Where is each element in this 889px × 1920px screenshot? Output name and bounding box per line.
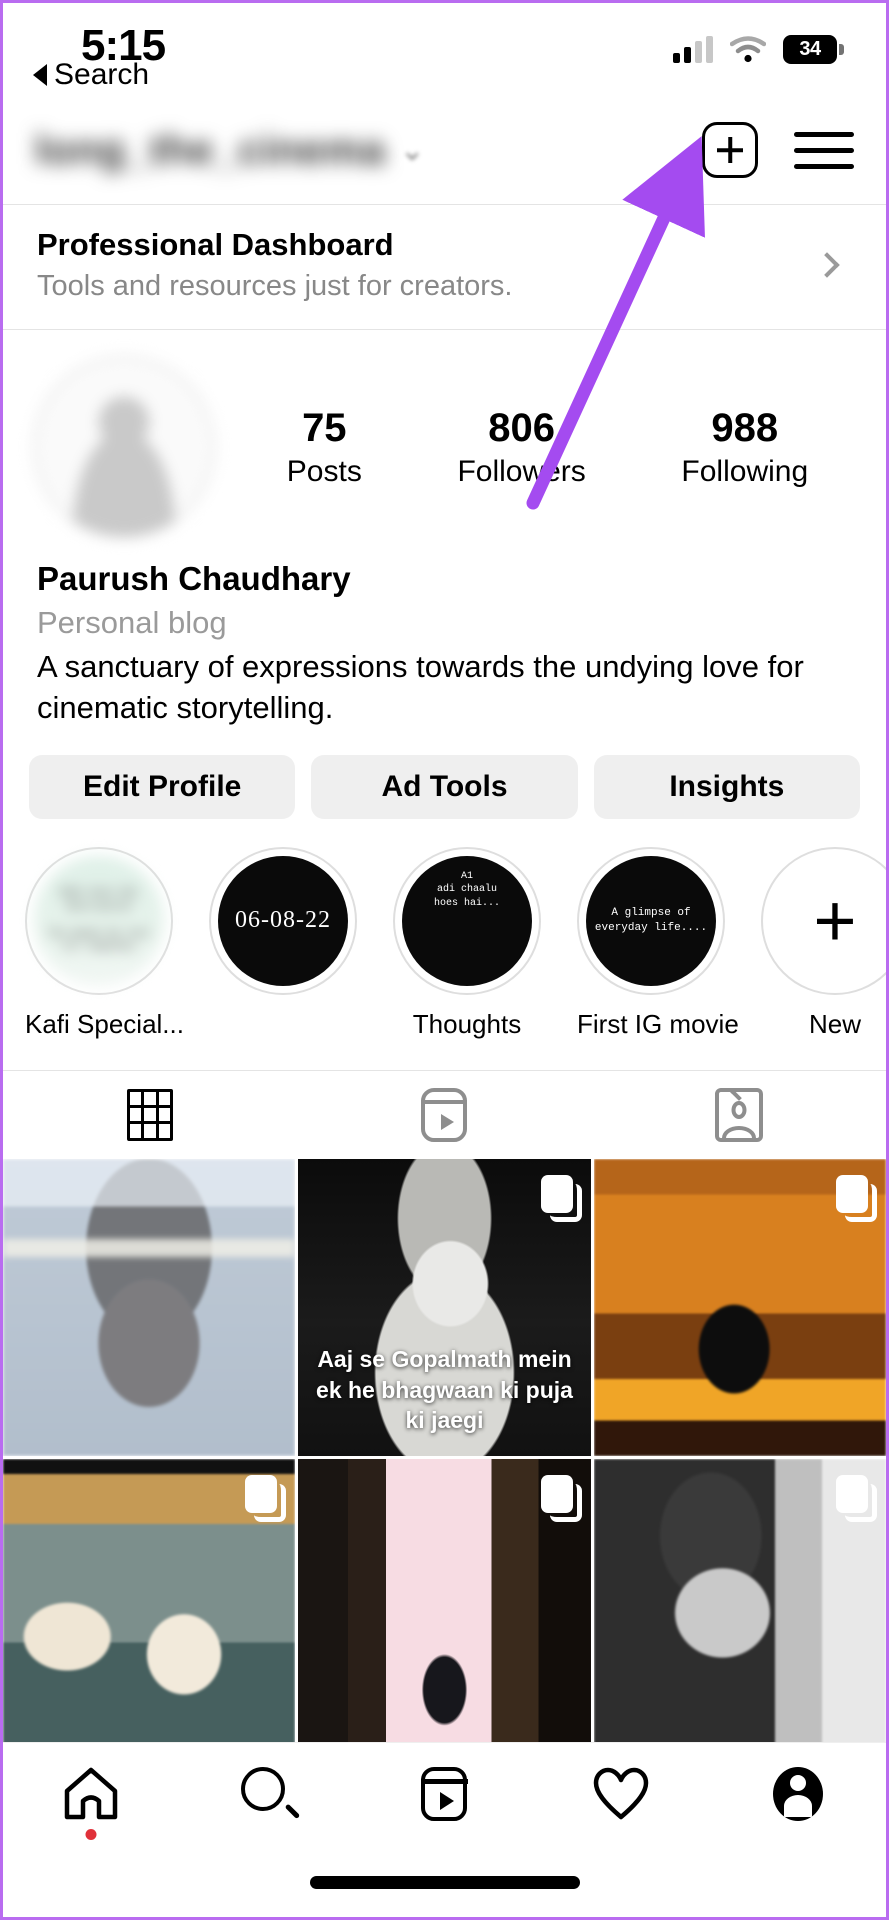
reels-icon <box>421 1087 468 1142</box>
post-thumbnail[interactable] <box>593 1158 886 1456</box>
display-name: Paurush Chaudhary <box>37 560 351 597</box>
battery-level: 34 <box>783 35 837 64</box>
highlight-label: New <box>808 1008 861 1039</box>
profile-stats: 75 Posts 806 Followers 988 Following <box>215 406 856 489</box>
post-thumbnail[interactable] <box>3 1158 296 1456</box>
content-tab-strip <box>3 1069 886 1159</box>
highlight-dated[interactable]: 06-08-22 <box>209 846 357 1040</box>
plus-icon: + <box>813 878 857 962</box>
carousel-icon <box>836 1474 877 1522</box>
reels-icon <box>420 1767 468 1821</box>
phone-screen: 5:15 34 Search long_the_cinema ⌄ Profess… <box>0 0 889 1920</box>
stat-posts[interactable]: 75 Posts <box>287 406 362 489</box>
home-indicator <box>309 1876 580 1889</box>
post-thumbnail[interactable] <box>593 1458 886 1756</box>
profile-category: Personal blog <box>37 605 227 640</box>
activity-tab[interactable] <box>571 1767 671 1821</box>
profile-tab[interactable] <box>748 1767 848 1821</box>
battery-icon: 34 <box>783 35 844 64</box>
highlight-thumbnail: Rahe Kese Hai description The Wands Me To… <box>34 855 164 986</box>
stat-posts-value: 75 <box>302 405 347 450</box>
search-tab[interactable] <box>218 1767 318 1821</box>
stat-followers-label: Followers <box>457 454 586 488</box>
edit-profile-button[interactable]: Edit Profile <box>29 754 296 819</box>
stat-following[interactable]: 988 Following <box>681 406 808 489</box>
hamburger-menu-icon[interactable] <box>794 131 854 169</box>
heart-icon <box>592 1767 650 1821</box>
tagged-icon <box>714 1087 763 1142</box>
status-bar: 5:15 34 Search <box>3 3 886 108</box>
carousel-icon <box>540 1474 582 1522</box>
grid-tab[interactable] <box>3 1071 297 1159</box>
carousel-icon <box>836 1174 877 1222</box>
professional-dashboard-row[interactable]: Professional Dashboard Tools and resourc… <box>3 205 886 330</box>
post-thumbnail[interactable] <box>3 1458 296 1756</box>
post-thumbnail[interactable]: Aaj se Gopalmath mein ek he bhagwaan ki … <box>298 1158 591 1456</box>
profile-avatar-icon <box>772 1767 823 1821</box>
professional-dashboard-title: Professional Dashboard <box>37 227 394 262</box>
post-image <box>3 1158 296 1456</box>
stat-following-value: 988 <box>711 405 779 450</box>
profile-header: long_the_cinema ⌄ <box>3 108 886 205</box>
stat-posts-label: Posts <box>286 454 362 488</box>
username-label: long_the_cinema <box>35 126 386 173</box>
tagged-tab[interactable] <box>592 1071 886 1159</box>
reels-tab[interactable] <box>394 1767 494 1821</box>
ad-tools-button[interactable]: Ad Tools <box>311 754 578 819</box>
username-switcher[interactable]: long_the_cinema ⌄ <box>35 126 425 174</box>
highlight-ring: 06-08-22 <box>209 846 357 995</box>
highlight-thumbnail: A glimpse of everyday life.... <box>586 855 716 986</box>
home-notification-badge <box>85 1829 97 1840</box>
chevron-right-icon <box>814 252 840 278</box>
highlight-thoughts[interactable]: A1 adi chaalu hoes hai... Thoughts <box>393 846 541 1040</box>
home-icon <box>63 1767 119 1821</box>
stat-followers[interactable]: 806 Followers <box>457 406 585 489</box>
story-highlights-row[interactable]: Rahe Kese Hai description The Wands Me To… <box>3 819 886 1040</box>
highlight-label: Thoughts <box>412 1008 522 1039</box>
highlight-ring: Rahe Kese Hai description The Wands Me To… <box>25 846 173 995</box>
post-thumbnail[interactable] <box>298 1458 591 1756</box>
back-to-search-link[interactable]: Search <box>33 58 149 92</box>
chevron-down-icon: ⌄ <box>399 133 425 167</box>
posts-grid: Aaj se Gopalmath mein ek he bhagwaan ki … <box>3 1158 886 1756</box>
header-actions <box>702 122 854 178</box>
highlight-label: First IG movie <box>577 1008 739 1039</box>
highlight-first-ig-movie[interactable]: A glimpse of everyday life.... First IG … <box>577 846 739 1040</box>
cellular-signal-icon <box>673 35 713 63</box>
profile-summary-row: 75 Posts 806 Followers 988 Following <box>3 330 886 538</box>
highlight-thumb-text: A glimpse of everyday life.... <box>594 906 708 934</box>
status-indicators: 34 <box>673 35 844 64</box>
highlight-label: Kafi Special... <box>25 1008 184 1039</box>
highlight-thumb-text: 06-08-22 <box>235 907 331 934</box>
highlight-kafi-special[interactable]: Rahe Kese Hai description The Wands Me To… <box>25 846 184 1040</box>
back-triangle-icon <box>33 64 47 86</box>
highlight-ring: + <box>761 846 886 995</box>
professional-dashboard-subtitle: Tools and resources just for creators. <box>37 270 513 302</box>
grid-icon <box>127 1088 174 1141</box>
profile-bio-text: A sanctuary of expressions towards the u… <box>37 649 804 725</box>
insights-button[interactable]: Insights <box>593 754 860 819</box>
avatar[interactable] <box>33 356 215 538</box>
profile-bio-block: Paurush Chaudhary Personal blog A sanctu… <box>3 538 886 729</box>
highlight-ring: A glimpse of everyday life.... <box>577 846 725 995</box>
post-caption-overlay: Aaj se Gopalmath mein ek he bhagwaan ki … <box>316 1346 573 1434</box>
carousel-icon <box>540 1174 582 1222</box>
professional-dashboard-text: Professional Dashboard Tools and resourc… <box>37 227 512 303</box>
home-tab[interactable] <box>41 1767 141 1840</box>
search-icon <box>240 1767 301 1821</box>
stat-following-label: Following <box>681 454 809 488</box>
plus-square-icon[interactable] <box>702 122 758 178</box>
stat-followers-value: 806 <box>488 405 555 450</box>
highlight-ring: A1 adi chaalu hoes hai... <box>393 846 541 995</box>
carousel-icon <box>245 1474 287 1522</box>
highlight-thumbnail: 06-08-22 <box>218 855 348 986</box>
reels-tab[interactable] <box>297 1071 591 1159</box>
highlight-new[interactable]: + New <box>761 846 886 1040</box>
back-label: Search <box>54 58 150 91</box>
highlight-thumbnail: A1 adi chaalu hoes hai... <box>402 855 532 986</box>
bottom-navigation-bar <box>3 1742 886 1917</box>
profile-action-buttons: Edit Profile Ad Tools Insights <box>3 729 886 819</box>
wifi-icon <box>729 36 767 63</box>
